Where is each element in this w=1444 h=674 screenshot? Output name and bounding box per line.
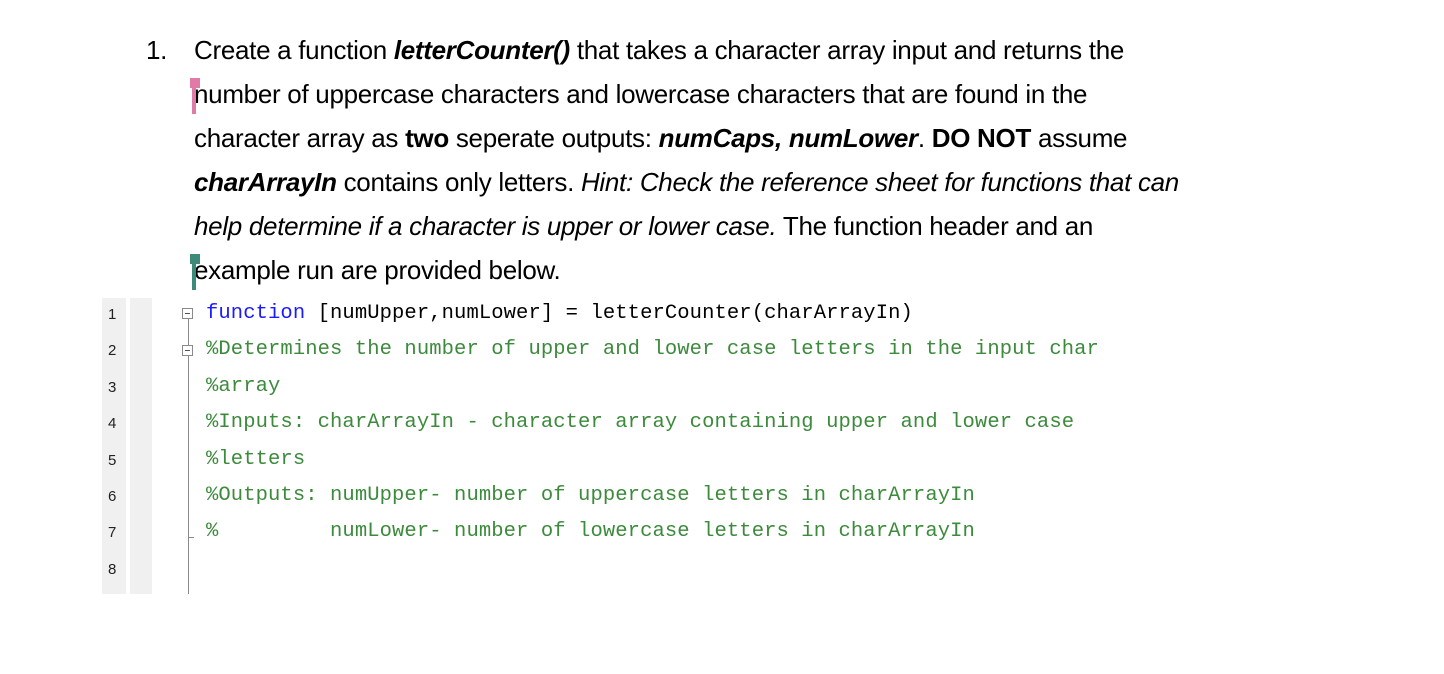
fold-end-tick [188,537,194,538]
question-text: Create a function letterCounter() that t… [190,28,1354,292]
gutter-margin [130,298,152,594]
code-comment: %letters [206,447,306,471]
code-line: %array [206,375,280,398]
text-run: The function header and an [776,211,1094,241]
code-line: %Determines the number of upper and lowe… [206,338,1099,361]
question-line: Create a function letterCounter() that t… [194,28,1354,72]
code-line: % numLower- number of lowercase letters … [206,520,975,543]
question-line: character array as two seperate outputs:… [194,116,1354,160]
code-line: %Inputs: charArrayIn - character array c… [206,411,1074,434]
output-names: numCaps, numLower [658,123,919,153]
text-run: that takes a character array input and r… [569,35,1125,65]
question-line: number of uppercase characters and lower… [190,72,1354,116]
line-number: 1 [108,306,117,323]
code-comment: %Inputs: charArrayIn - character array c… [206,411,1075,435]
text-run: . [917,123,932,153]
comment-flag-icon [190,254,200,264]
line-number: 6 [108,488,117,505]
input-name: charArrayIn [194,167,337,197]
code-line: %letters [206,448,305,471]
question-line: charArrayIn contains only letters. Hint:… [194,160,1354,204]
text-run: example run are provided below. [194,255,561,285]
text-run: seperate outputs: [448,123,659,153]
code-editor-screenshot: 1 2 3 4 5 6 7 8 function [numUpper,numLower] = … [102,298,1352,594]
line-number: 7 [108,524,117,542]
text-run: Create a function [194,35,394,65]
question-line: help determine if a character is upper o… [194,204,1354,248]
code-keyword: function [206,302,306,325]
code-comment: % numLower- number of lowercase letters … [206,520,975,544]
emphasis-two: two [405,123,449,153]
comment-marker-green[interactable] [190,254,200,290]
code-line: function [numUpper,numLower] = letterCou… [206,302,913,325]
comment-flag-icon [190,78,200,88]
text-run: character array as [194,123,406,153]
question-line: example run are provided below. [190,248,1354,292]
emphasis-do-not: DO NOT [931,123,1032,153]
line-number: 2 [108,342,117,360]
question-number: 1. [146,35,168,65]
fold-collapse-icon[interactable] [182,345,193,356]
code-text: [numUpper,numLower] = letterCounter(char… [305,302,913,325]
code-comment: %Outputs: numUpper- number of uppercase … [206,484,975,507]
function-name: letterCounter() [393,35,570,65]
text-run: number of uppercase characters and lower… [194,79,1088,109]
fold-collapse-icon[interactable] [182,308,193,319]
line-number: 3 [108,378,117,396]
comment-marker-pink[interactable] [190,78,200,114]
text-run: assume [1031,123,1128,153]
hint-text: Hint: Check the reference sheet for func… [580,167,1179,197]
code-comment: %array [206,374,281,398]
line-number: 4 [108,415,117,433]
line-number: 5 [108,451,117,469]
code-comment: %Determines the number of upper and lowe… [206,338,1099,362]
code-line: %Outputs: numUpper- number of uppercase … [206,484,975,507]
text-run: contains only letters. [336,167,581,197]
line-number: 8 [108,560,117,578]
hint-text: help determine if a character is upper o… [194,211,777,241]
